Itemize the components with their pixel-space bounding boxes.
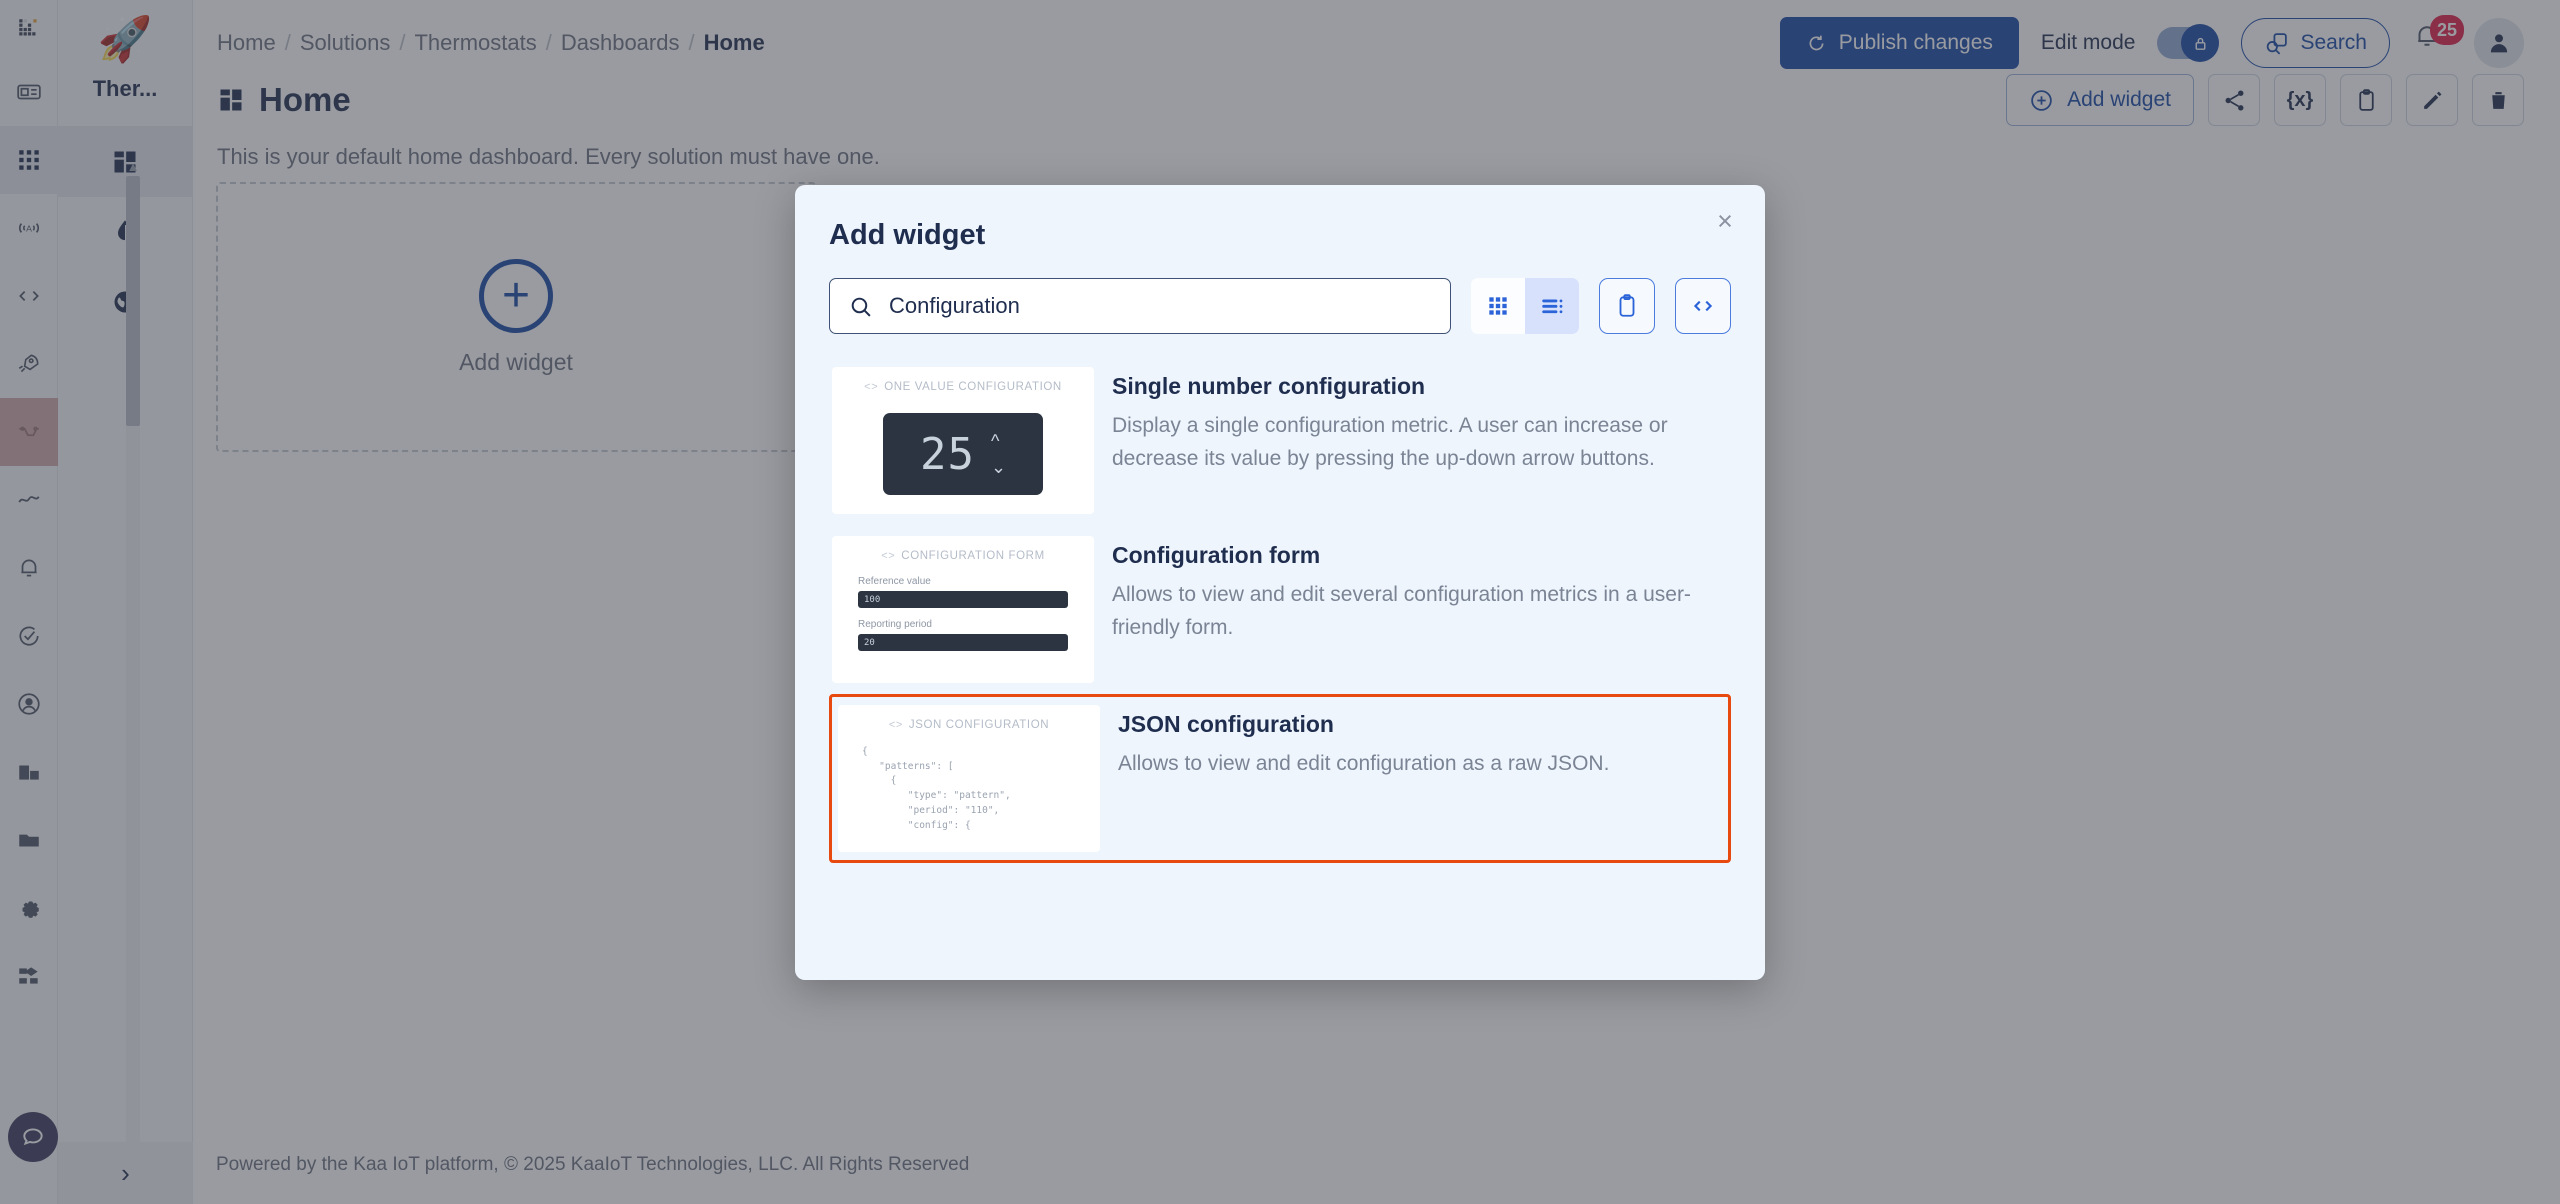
lcd-preview: 25 ^ ⌄ [883, 413, 1043, 495]
preview-caption: <> JSON CONFIGURATION [838, 719, 1100, 731]
widget-preview: <> JSON CONFIGURATION { "patterns": [ { … [838, 705, 1100, 852]
preview-caption-text: JSON CONFIGURATION [908, 719, 1050, 731]
widget-search-box[interactable] [829, 278, 1451, 334]
add-widget-dialog: × Add widget Configuration <> ONE VALUE … [795, 185, 1765, 980]
dialog-title: Add widget [829, 219, 986, 251]
widget-description: Allows to view and edit configuration as… [1118, 752, 1610, 775]
widget-list-item-selected[interactable]: <> JSON CONFIGURATION { "patterns": [ { … [829, 694, 1731, 863]
widget-preview: <> CONFIGURATION FORM Reference value 10… [832, 536, 1094, 683]
code-brackets-icon: <> [864, 381, 879, 393]
clipboard-icon [1619, 294, 1635, 317]
widget-name: JSON configuration [1118, 711, 1334, 737]
view-mode-group [1471, 278, 1579, 334]
code-brackets-icon: <> [888, 719, 903, 731]
widget-list-item[interactable]: <> CONFIGURATION FORM Reference value 10… [829, 525, 1731, 694]
preview-caption-text: ONE VALUE CONFIGURATION [884, 381, 1062, 393]
custom-code-widget-button[interactable] [1675, 278, 1731, 334]
widget-description: Allows to view and edit several configur… [1112, 583, 1691, 639]
json-preview: { "patterns": [ { "type": "pattern", "pe… [862, 746, 1011, 831]
widget-list: <> ONE VALUE CONFIGURATION 25 ^ ⌄ Single … [829, 356, 1731, 863]
preview-field-label: Reporting period [858, 619, 932, 630]
widget-info: JSON configuration Allows to view and ed… [1118, 705, 1609, 781]
form-preview: Reference value 100 Reporting period 20 [858, 576, 1068, 662]
grid-view-icon [1489, 297, 1507, 315]
search-icon [851, 297, 871, 317]
preview-field-value: 100 [858, 591, 1068, 608]
list-view-icon [1542, 299, 1563, 314]
widget-preview: <> ONE VALUE CONFIGURATION 25 ^ ⌄ [832, 367, 1094, 514]
code-brackets-icon [1693, 300, 1713, 312]
widget-name: Single number configuration [1112, 373, 1426, 399]
preview-field-value: 20 [858, 634, 1068, 651]
preview-caption: <> CONFIGURATION FORM [832, 550, 1094, 562]
dialog-search-row [829, 278, 1731, 334]
search-input[interactable] [889, 293, 1432, 319]
code-brackets-icon: <> [881, 550, 896, 562]
lcd-value: 25 [919, 428, 975, 480]
list-view-button[interactable] [1525, 278, 1579, 334]
stepper-arrows-icon: ^ ⌄ [990, 431, 1007, 477]
grid-view-button[interactable] [1471, 278, 1525, 334]
widget-list-item[interactable]: <> ONE VALUE CONFIGURATION 25 ^ ⌄ Single … [829, 356, 1731, 525]
preview-field-label: Reference value [858, 576, 931, 587]
widget-info: Configuration form Allows to view and ed… [1112, 536, 1712, 644]
preview-caption-text: CONFIGURATION FORM [901, 550, 1045, 562]
close-icon[interactable]: × [1705, 201, 1745, 241]
widget-description: Display a single configuration metric. A… [1112, 414, 1668, 470]
widget-name: Configuration form [1112, 542, 1321, 568]
widget-info: Single number configuration Display a si… [1112, 367, 1712, 475]
preview-caption: <> ONE VALUE CONFIGURATION [832, 381, 1094, 393]
paste-widget-button[interactable] [1599, 278, 1655, 334]
